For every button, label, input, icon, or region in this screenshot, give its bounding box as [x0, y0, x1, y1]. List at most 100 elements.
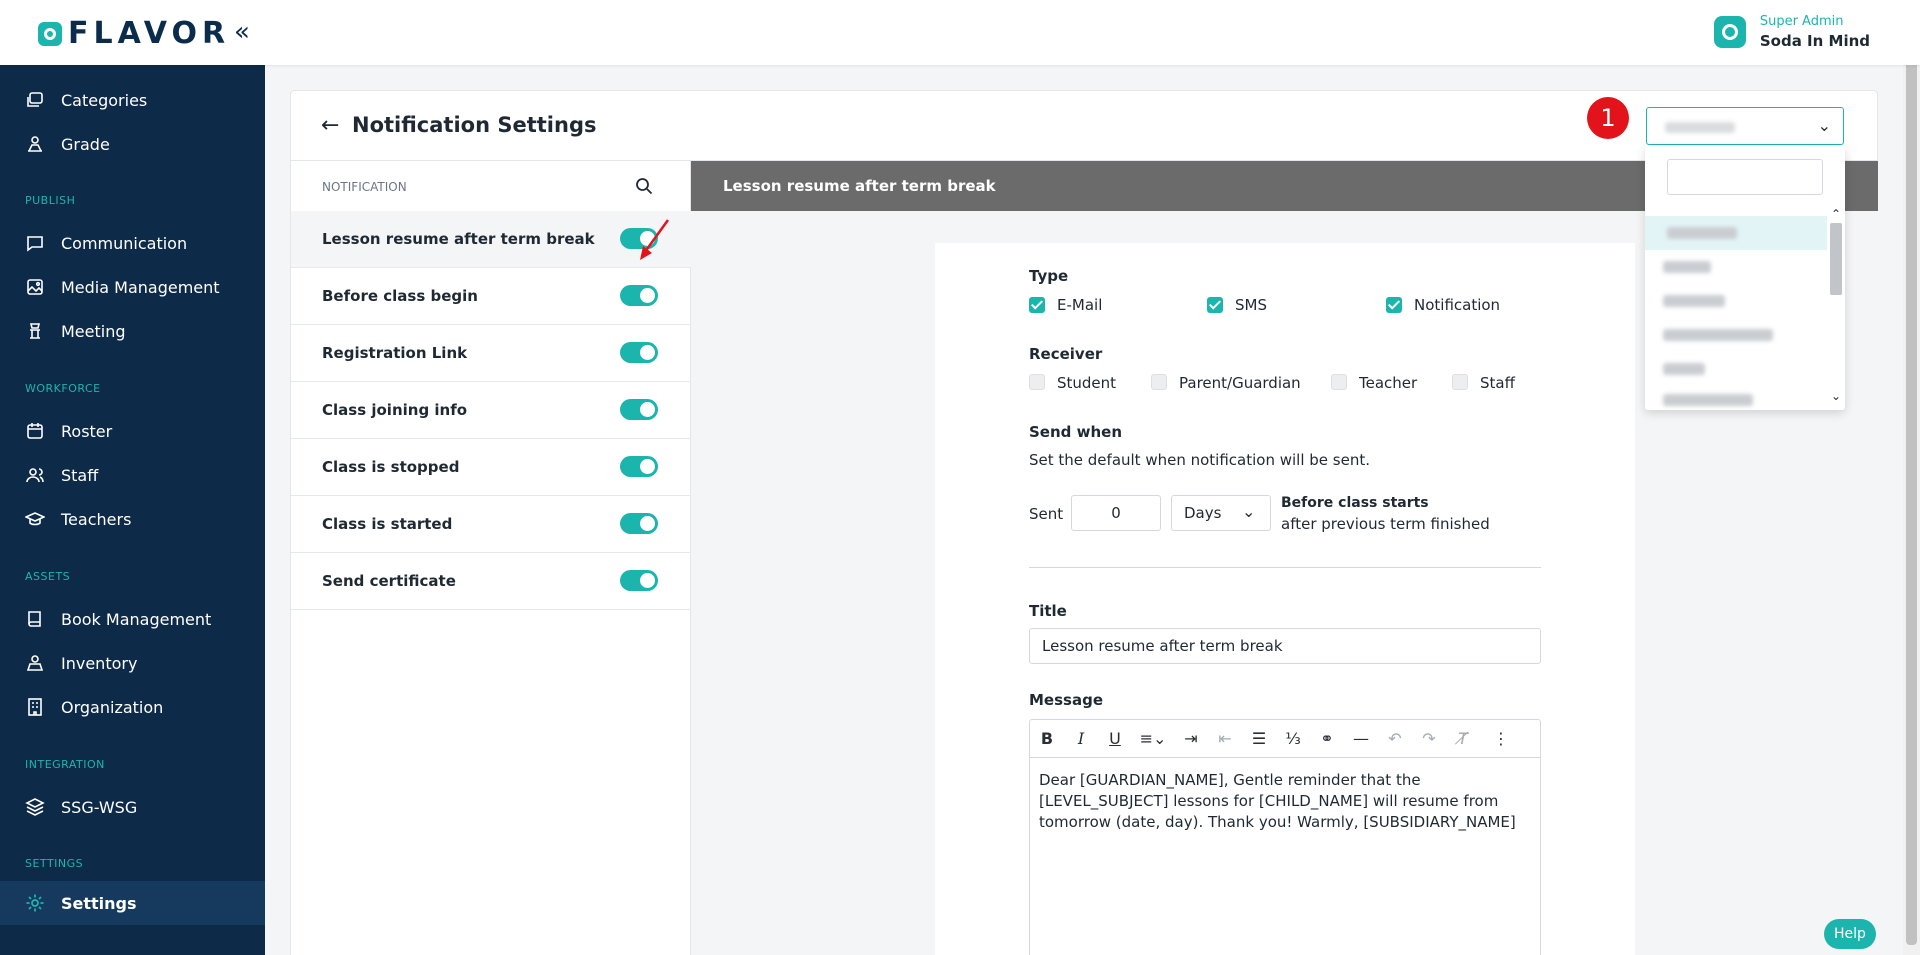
unit-select[interactable]: Days ⌄ — [1171, 495, 1271, 531]
more-options-icon[interactable]: ⋮ — [1484, 720, 1518, 758]
enable-toggle[interactable] — [620, 285, 658, 306]
sent-label: Sent — [1029, 505, 1064, 523]
sidebar-item-media-management[interactable]: Media Management — [0, 265, 265, 309]
option-text-redacted — [1663, 329, 1773, 341]
bullet-list-icon[interactable]: ☰ — [1242, 720, 1276, 758]
chevron-up-icon[interactable]: ⌃ — [1831, 207, 1841, 221]
title-label: Title — [1029, 602, 1067, 620]
list-item[interactable]: Class joining info — [291, 382, 691, 439]
sidebar-item-label: Media Management — [61, 277, 220, 297]
settings-form: Type E-Mail SMS Notification Receiver St… — [935, 243, 1635, 955]
sidebar-item-label: Inventory — [61, 653, 138, 673]
top-header: FLAVOR « Super Admin Soda In Mind — [0, 0, 1920, 65]
dropdown-option[interactable] — [1645, 250, 1827, 284]
user-name: Soda In Mind — [1759, 32, 1870, 50]
dropdown-option[interactable] — [1645, 216, 1827, 250]
subsidiary-dropdown: ⌃ ⌄ — [1645, 145, 1845, 410]
dropdown-option[interactable] — [1645, 352, 1827, 386]
sidebar-item-inventory[interactable]: Inventory — [0, 641, 265, 685]
enable-toggle[interactable] — [620, 513, 658, 534]
sidebar-item-roster[interactable]: Roster — [0, 409, 265, 453]
checkbox-label: E-Mail — [1057, 296, 1103, 314]
message-label: Message — [1029, 691, 1103, 709]
dropdown-scrollbar[interactable]: ⌃ ⌄ — [1827, 207, 1845, 409]
link-icon[interactable]: ⚭ — [1310, 720, 1344, 758]
logo[interactable]: FLAVOR — [38, 16, 230, 51]
undo-icon[interactable]: ↶ — [1378, 720, 1412, 758]
checkbox-student[interactable] — [1029, 374, 1045, 390]
arrow-left-icon[interactable]: ← — [321, 115, 339, 137]
list-item[interactable]: Class is stopped — [291, 439, 691, 496]
page-scroll-thumb[interactable] — [1906, 10, 1917, 945]
list-item[interactable]: Before class begin — [291, 268, 691, 325]
message-editor[interactable]: B I U ≡⌄ ⇥ ⇤ ☰ ⅓ ⚭ — ↶ ↷ T̸ ⋮ Dear [GUAR… — [1029, 719, 1541, 955]
list-item[interactable]: Send certificate — [291, 553, 691, 610]
gear-icon — [26, 894, 44, 912]
enable-toggle[interactable] — [620, 399, 658, 420]
sidebar-item-label: Organization — [61, 697, 164, 717]
message-body[interactable]: Dear [GUARDIAN_NAME], Gentle reminder th… — [1039, 770, 1533, 833]
list-item-label: Lesson resume after term break — [322, 230, 595, 248]
detail-title: Lesson resume after term break — [723, 177, 996, 195]
enable-toggle[interactable] — [620, 570, 658, 591]
search-icon[interactable] — [634, 176, 654, 196]
enable-toggle[interactable] — [620, 342, 658, 363]
sidebar-item-organization[interactable]: Organization — [0, 685, 265, 729]
book-icon — [28, 611, 41, 627]
list-item[interactable]: Class is started — [291, 496, 691, 553]
sent-amount-input[interactable] — [1071, 495, 1161, 531]
help-button[interactable]: Help — [1824, 919, 1876, 949]
dropdown-search-input[interactable] — [1667, 159, 1823, 195]
sidebar-item-categories[interactable]: Categories — [0, 78, 265, 122]
indent-icon[interactable]: ⇥ — [1174, 720, 1208, 758]
dropdown-option[interactable] — [1645, 284, 1827, 318]
page-scrollbar[interactable] — [1903, 0, 1920, 955]
sidebar-item-ssg-wsg[interactable]: SSG-WSG — [0, 785, 265, 829]
sidebar-item-label: SSG-WSG — [61, 797, 138, 817]
dropdown-option[interactable] — [1645, 383, 1827, 410]
enable-toggle[interactable] — [620, 456, 658, 477]
underline-icon[interactable]: U — [1098, 720, 1132, 758]
chevron-double-left-icon[interactable]: « — [234, 18, 250, 46]
checkbox-notification[interactable] — [1386, 297, 1402, 313]
chevron-down-icon[interactable]: ⌄ — [1831, 389, 1841, 403]
align-icon[interactable]: ≡⌄ — [1132, 720, 1174, 758]
checkbox-teacher[interactable] — [1331, 374, 1347, 390]
title-input[interactable] — [1029, 628, 1541, 664]
list-item-label: Class is started — [322, 515, 453, 533]
option-text-redacted — [1667, 227, 1737, 239]
avatar[interactable] — [1713, 16, 1746, 48]
section-publish: PUBLISH — [25, 194, 76, 207]
list-item[interactable]: Registration Link — [291, 325, 691, 382]
sidebar-item-book-management[interactable]: Book Management — [0, 597, 265, 641]
horizontal-rule-icon[interactable]: — — [1344, 720, 1378, 758]
meeting-icon — [29, 323, 41, 339]
sidebar-item-staff[interactable]: Staff — [0, 453, 265, 497]
clear-format-icon[interactable]: T̸ — [1446, 720, 1480, 758]
user-profile[interactable]: Super Admin Soda In Mind — [1713, 14, 1870, 50]
outdent-icon[interactable]: ⇤ — [1208, 720, 1242, 758]
checkbox-sms[interactable] — [1207, 297, 1223, 313]
list-item[interactable]: Lesson resume after term break — [291, 211, 691, 268]
dropdown-scroll-thumb[interactable] — [1830, 223, 1842, 295]
checkbox-label: Notification — [1414, 296, 1501, 314]
sidebar-item-meeting[interactable]: Meeting — [0, 309, 265, 353]
checkbox-email[interactable] — [1029, 297, 1045, 313]
checkbox-staff[interactable] — [1452, 374, 1468, 390]
section-assets: ASSETS — [25, 570, 71, 583]
numbered-list-icon[interactable]: ⅓ — [1276, 720, 1310, 758]
sidebar-item-settings[interactable]: Settings — [0, 881, 265, 925]
section-settings: SETTINGS — [25, 857, 84, 870]
list-item-label: Before class begin — [322, 287, 478, 305]
option-text-redacted — [1663, 261, 1711, 273]
dropdown-option[interactable] — [1645, 318, 1827, 352]
sidebar-item-teachers[interactable]: Teachers — [0, 497, 265, 541]
chevron-down-icon: ⌄ — [1242, 502, 1256, 521]
sidebar-item-communication[interactable]: Communication — [0, 221, 265, 265]
bold-icon[interactable]: B — [1030, 720, 1064, 758]
checkbox-parent-guardian[interactable] — [1151, 374, 1167, 390]
redo-icon[interactable]: ↷ — [1412, 720, 1446, 758]
italic-icon[interactable]: I — [1064, 720, 1098, 758]
subsidiary-select[interactable]: ⌄ — [1646, 107, 1844, 145]
sidebar-item-grade[interactable]: Grade — [0, 122, 265, 166]
